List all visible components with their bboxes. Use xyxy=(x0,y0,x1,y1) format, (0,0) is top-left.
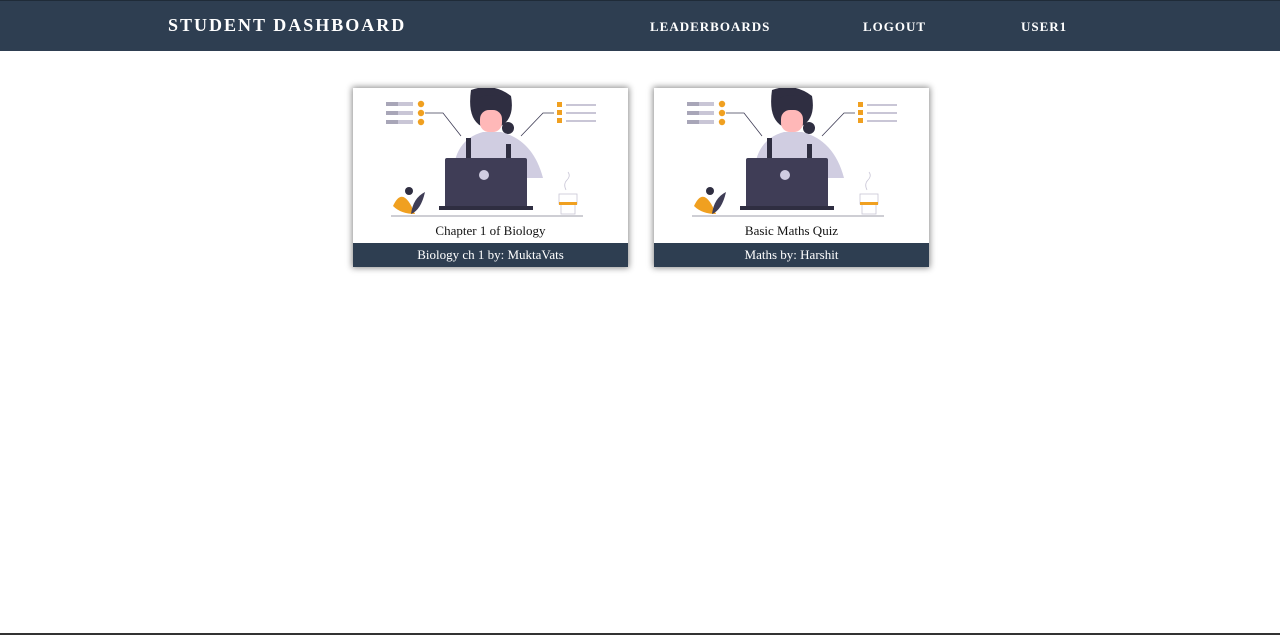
nav-logout-link[interactable]: LOGOUT xyxy=(863,19,926,35)
quiz-author-footer: Maths by: Harshit xyxy=(654,243,929,267)
quiz-title: Chapter 1 of Biology xyxy=(435,223,546,238)
quiz-card[interactable]: Basic Maths Quiz Maths by: Harshit xyxy=(654,88,929,267)
quiz-author-footer: Biology ch 1 by: MuktaVats xyxy=(353,243,628,267)
quiz-title: Basic Maths Quiz xyxy=(744,223,839,238)
person-laptop-illustration xyxy=(687,88,897,217)
nav-leaderboards-link[interactable]: LEADERBOARDS xyxy=(650,19,770,35)
brand-title[interactable]: STUDENT DASHBOARD xyxy=(168,15,406,36)
person-laptop-illustration xyxy=(386,88,596,217)
nav-user-link[interactable]: USER1 xyxy=(1021,19,1067,35)
top-navbar: STUDENT DASHBOARD LEADERBOARDS LOGOUT US… xyxy=(0,0,1280,51)
quiz-card[interactable]: Chapter 1 of Biology Biology ch 1 by: Mu… xyxy=(353,88,628,267)
